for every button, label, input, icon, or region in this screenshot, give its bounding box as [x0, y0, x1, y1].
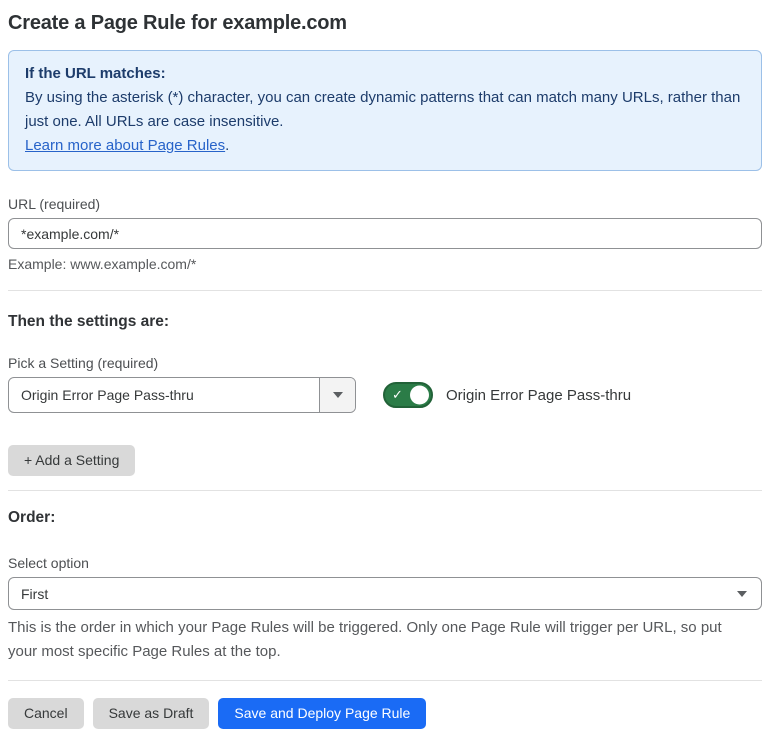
toggle-knob — [410, 385, 429, 405]
setting-dropdown[interactable]: Origin Error Page Pass-thru — [8, 377, 356, 413]
link-suffix-text: . — [225, 137, 230, 154]
setting-row: Origin Error Page Pass-thru ✓ Origin Err… — [8, 377, 762, 413]
save-and-deploy-button[interactable]: Save and Deploy Page Rule — [218, 698, 427, 729]
setting-toggle[interactable]: ✓ — [383, 382, 433, 408]
order-dropdown-value: First — [21, 585, 49, 602]
page-title: Create a Page Rule for example.com — [8, 12, 347, 34]
dropdown-arrow — [737, 578, 761, 609]
order-section-heading: Order: — [8, 509, 56, 526]
section-divider — [8, 680, 762, 681]
section-divider — [8, 490, 762, 491]
settings-section-heading: Then the settings are: — [8, 313, 170, 330]
info-box-heading: If the URL matches: — [25, 65, 166, 82]
cancel-button[interactable]: Cancel — [8, 698, 84, 729]
setting-toggle-label: Origin Error Page Pass-thru — [446, 386, 632, 404]
info-box-body: By using the asterisk (*) character, you… — [25, 89, 741, 130]
info-box-link-line: Learn more about Page Rules. — [25, 134, 745, 158]
url-example-hint: Example: www.example.com/* — [8, 256, 197, 272]
learn-more-link[interactable]: Learn more about Page Rules — [25, 137, 225, 154]
create-page-rule-form: Create a Page Rule for example.com If th… — [0, 0, 770, 729]
chevron-down-icon — [332, 392, 343, 398]
add-setting-button[interactable]: + Add a Setting — [8, 445, 136, 476]
url-input[interactable] — [8, 218, 762, 249]
setting-dropdown-value: Origin Error Page Pass-thru — [21, 387, 194, 403]
select-option-label: Select option — [8, 555, 89, 571]
url-match-info-box: If the URL matches: By using the asteris… — [8, 50, 762, 171]
footer-actions: Cancel Save as Draft Save and Deploy Pag… — [8, 698, 762, 729]
order-help-text: This is the order in which your Page Rul… — [8, 619, 722, 660]
chevron-down-icon — [737, 590, 747, 597]
pick-setting-label: Pick a Setting (required) — [8, 355, 159, 371]
url-field-label: URL (required) — [8, 196, 101, 212]
order-dropdown[interactable]: First — [8, 577, 762, 610]
save-as-draft-button[interactable]: Save as Draft — [92, 698, 210, 729]
section-divider — [8, 290, 762, 291]
dropdown-arrow-button[interactable] — [319, 378, 355, 412]
check-icon: ✓ — [392, 387, 403, 403]
